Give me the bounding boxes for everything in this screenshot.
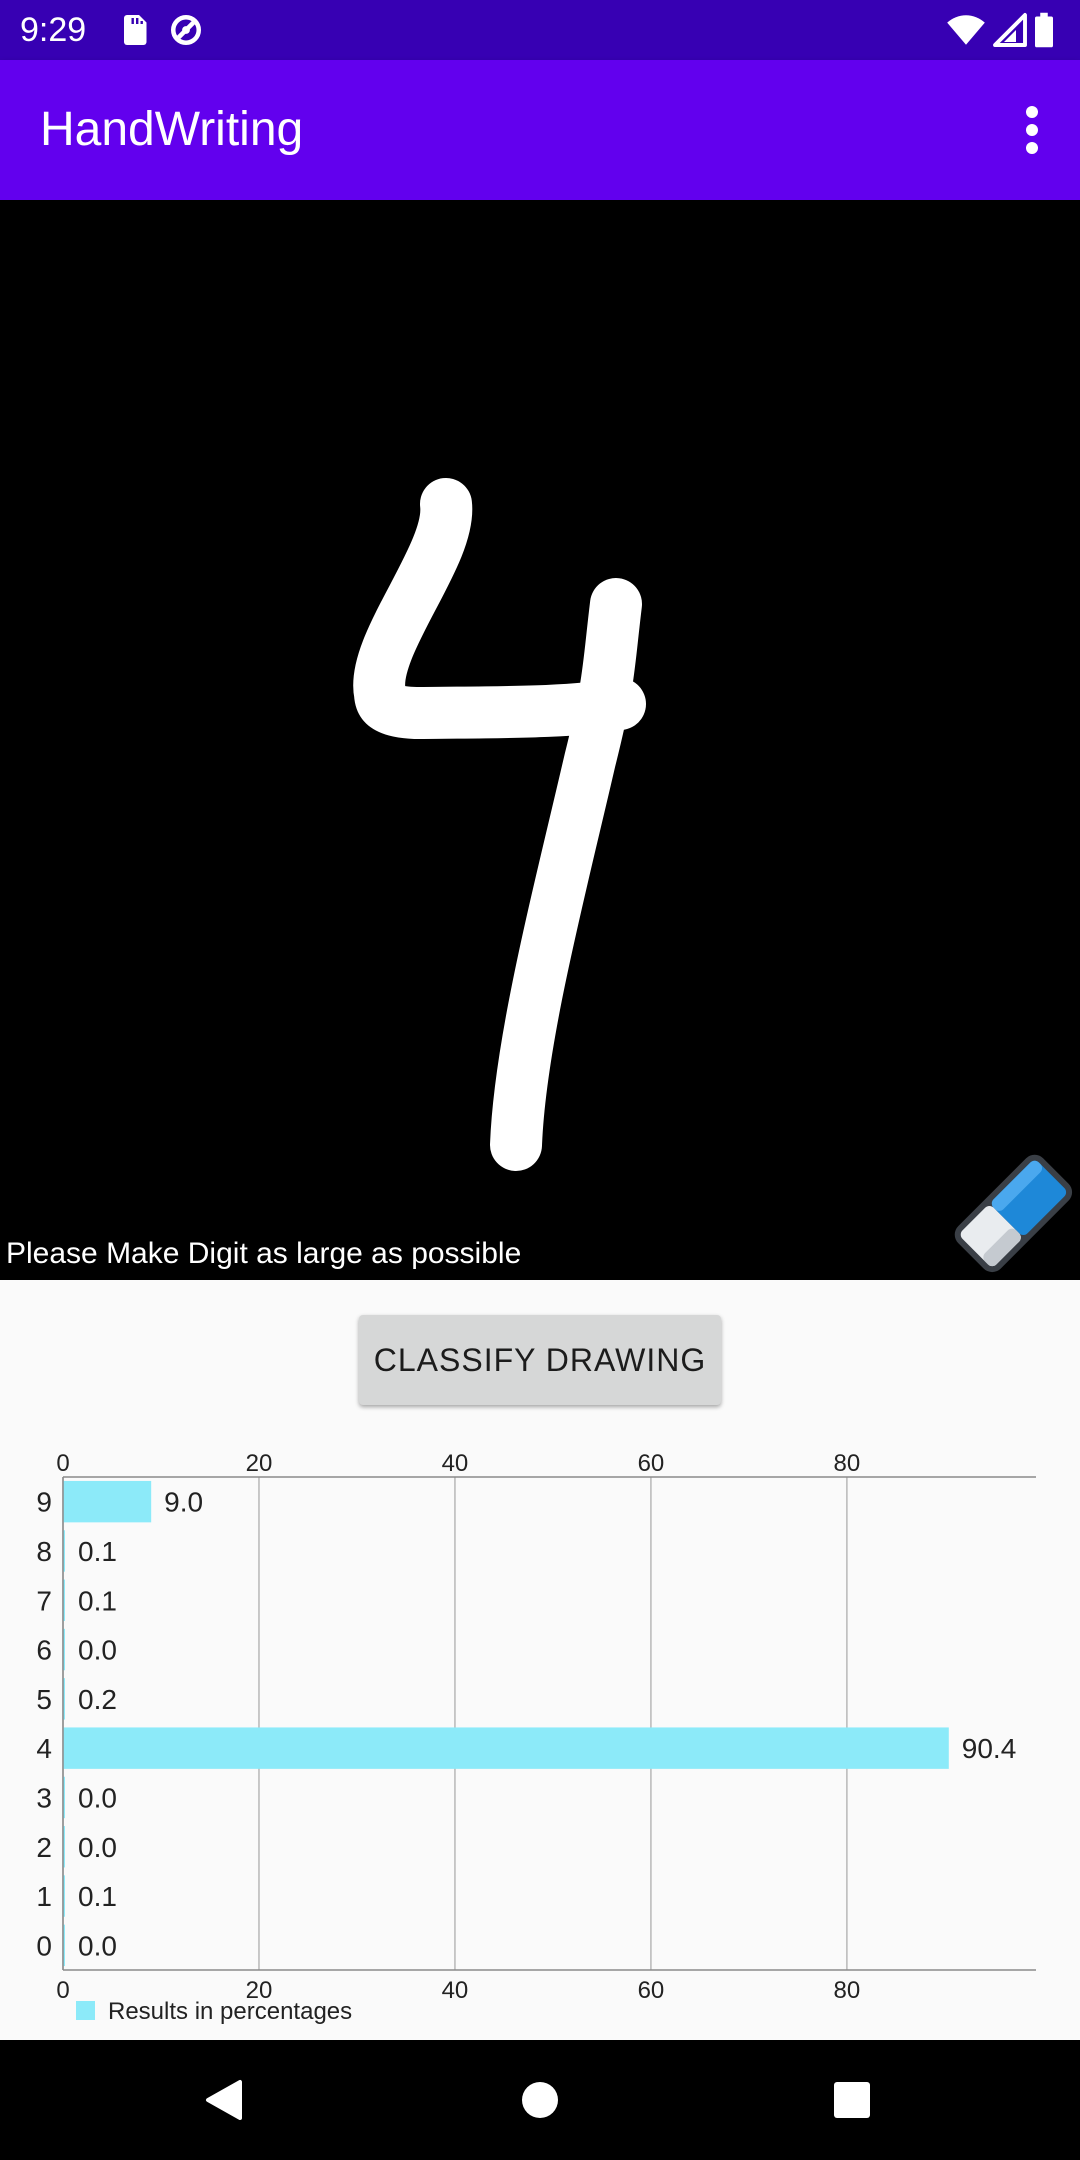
app-bar: HandWriting [0,60,1080,200]
y-tick-label: 6 [36,1635,52,1666]
wifi-icon [947,15,985,45]
navigation-bar [0,2040,1080,2160]
x-tick-label-top: 60 [638,1450,665,1477]
x-tick-label-bottom: 40 [442,1977,469,2004]
eraser-icon[interactable] [944,1144,1080,1280]
drawing-canvas[interactable]: Please Make Digit as large as possible [0,200,1080,1280]
legend-label: Results in percentages [108,1998,352,2025]
x-tick-label-bottom: 60 [638,1977,665,2004]
y-tick-label: 2 [36,1832,52,1863]
handwritten-digit-stroke [353,478,646,1171]
x-tick-label-top: 0 [56,1450,69,1477]
bar-value-label: 90.4 [962,1733,1017,1764]
status-bar: 9:29 [0,0,1080,60]
bar-value-label: 0.0 [78,1832,117,1863]
recents-icon[interactable] [820,2068,884,2132]
y-tick-label: 3 [36,1782,52,1813]
x-tick-label-top: 40 [442,1450,469,1477]
results-panel: CLASSIFY DRAWING 0 0 20 20 40 40 60 60 80 80 0.0 0 0… [0,1280,1080,2040]
status-time: 9:29 [20,11,87,49]
x-tick-label-top: 80 [834,1450,861,1477]
sd-card-icon [124,15,147,45]
x-tick-label-bottom: 80 [834,1977,861,2004]
bar-value-label: 0.1 [78,1536,117,1567]
y-tick-label: 8 [36,1536,52,1567]
bar-digit-4 [63,1727,949,1769]
y-tick-label: 5 [36,1684,52,1715]
legend-swatch [76,2001,95,2020]
y-tick-label: 9 [36,1487,52,1518]
hint-text: Please Make Digit as large as possible [6,1237,522,1270]
y-tick-label: 0 [36,1930,52,1961]
bar-value-label: 0.1 [78,1585,117,1616]
y-tick-label: 7 [36,1585,52,1616]
bar-value-label: 9.0 [164,1487,203,1518]
battery-icon [1035,12,1053,48]
bar-value-label: 0.0 [78,1635,117,1666]
bar-value-label: 0.0 [78,1930,117,1961]
bar-value-label: 0.1 [78,1881,117,1912]
home-icon[interactable] [508,2068,572,2132]
bar-value-label: 0.0 [78,1782,117,1813]
cell-signal-icon [993,13,1027,47]
x-tick-label-top: 20 [246,1450,273,1477]
bar-digit-9 [63,1480,152,1523]
results-chart: 0020204040606080800.000.110.020.0390.440… [36,1450,1036,2025]
back-icon[interactable] [194,2068,258,2132]
more-vert-icon[interactable] [1012,102,1052,158]
y-tick-label: 4 [36,1733,52,1764]
app-title: HandWriting [40,103,304,156]
y-tick-label: 1 [36,1881,52,1912]
data-saver-icon [171,15,201,45]
bar-value-label: 0.2 [78,1684,117,1715]
x-tick-label-bottom: 0 [56,1977,69,2004]
